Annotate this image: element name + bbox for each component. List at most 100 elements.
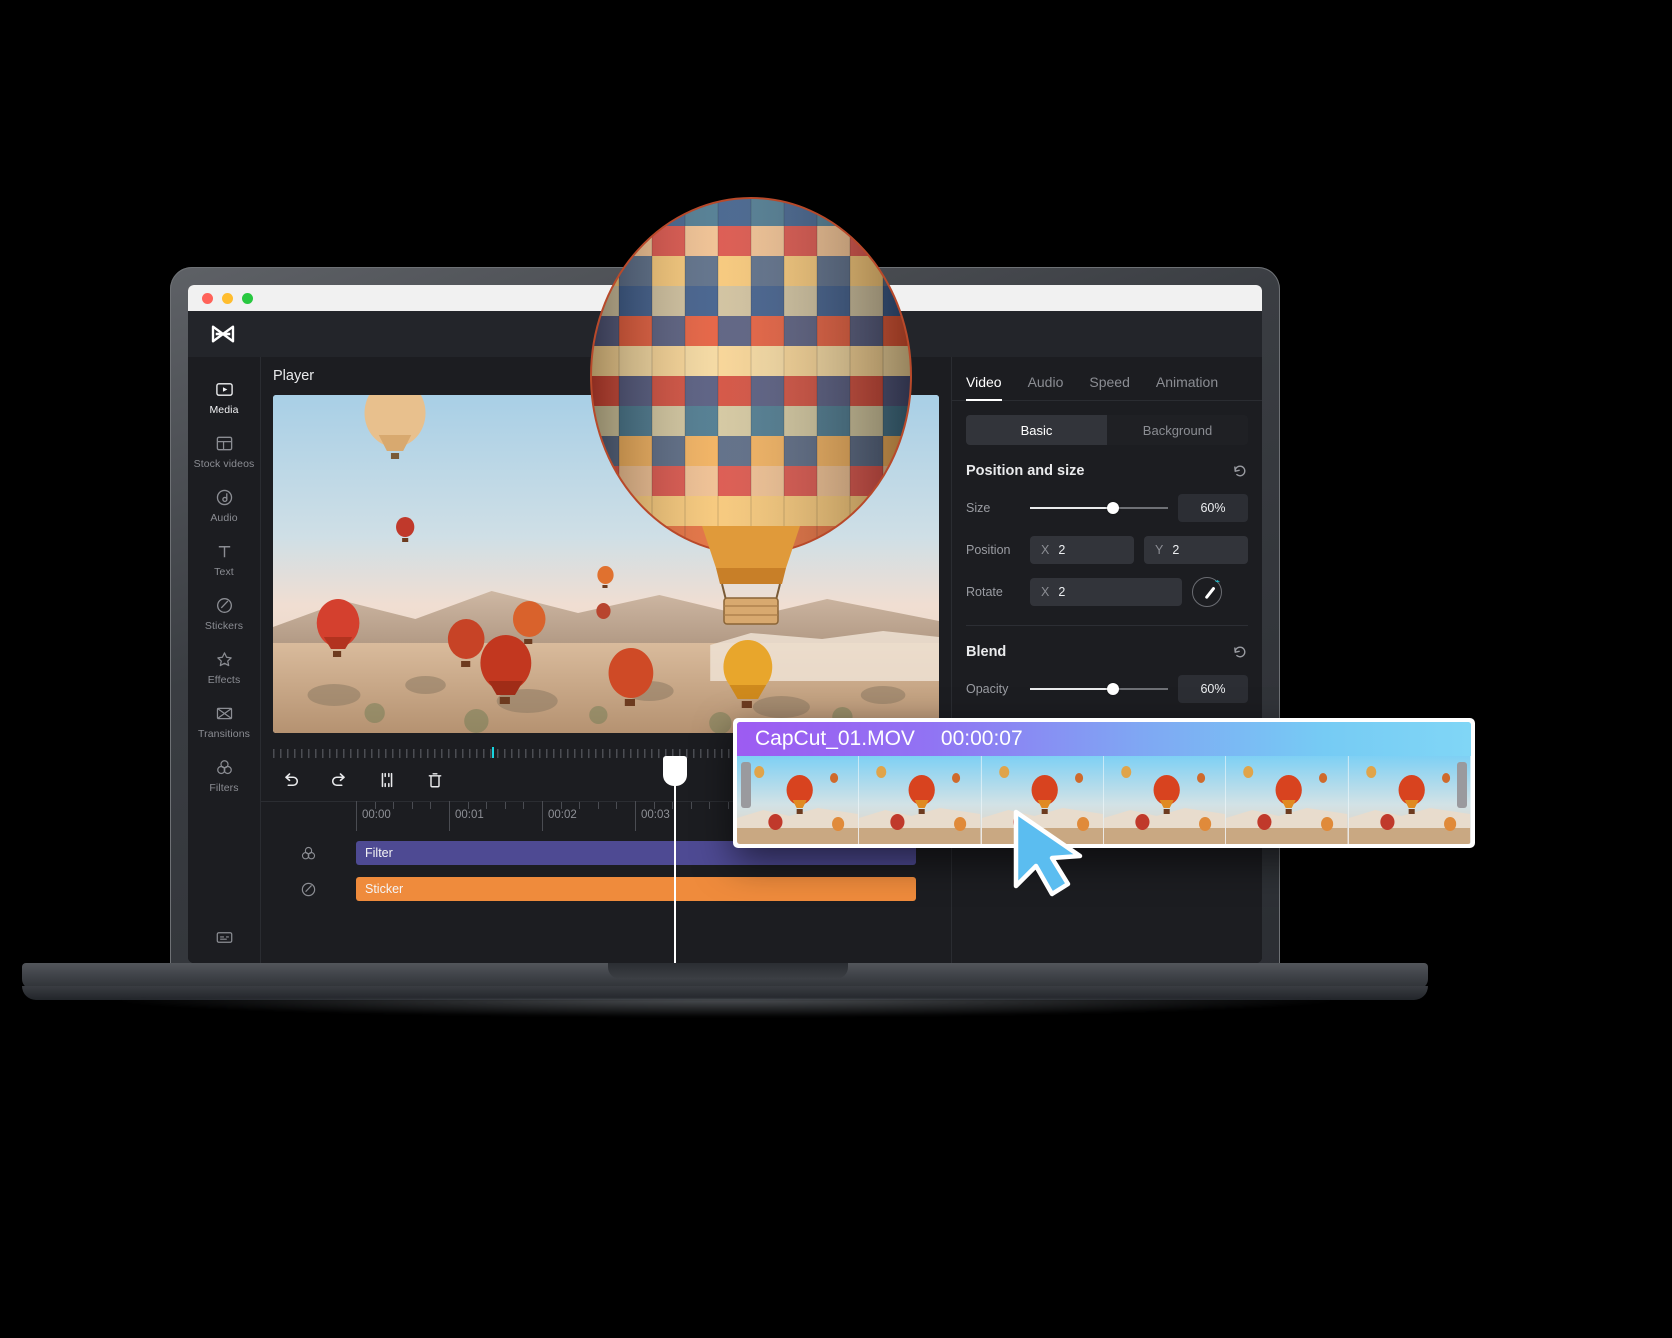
ruler-tick-minor xyxy=(523,802,525,809)
size-label: Size xyxy=(966,501,991,515)
opacity-value-input[interactable]: 60% xyxy=(1178,675,1248,703)
window-titlebar xyxy=(188,285,1262,311)
sidebar-item-audio[interactable]: Audio xyxy=(188,479,261,531)
position-x-input[interactable]: X 2 xyxy=(1030,536,1134,564)
axis-label-x: X xyxy=(1041,585,1050,599)
tab-video[interactable]: Video xyxy=(966,374,1015,401)
ruler-tick-minor xyxy=(374,802,376,809)
timeline-clip-sticker[interactable]: Sticker xyxy=(356,877,916,901)
position-y-input[interactable]: Y 2 xyxy=(1144,536,1248,564)
laptop-reflection xyxy=(122,999,1330,1017)
sidebar-item-label: Text xyxy=(214,566,234,578)
clip-name: CapCut_01.MOV xyxy=(755,727,915,750)
left-rail: Media Stock videos Audio Text Stickers E… xyxy=(188,357,261,963)
ruler-tick-minor xyxy=(653,802,655,809)
video-preview[interactable] xyxy=(273,395,939,733)
slider-fill xyxy=(1030,688,1113,690)
rail-bottom xyxy=(188,928,261,963)
redo-icon[interactable] xyxy=(329,770,349,790)
sidebar-item-label: Transitions xyxy=(197,728,251,740)
ruler-tick-minor xyxy=(728,802,729,809)
sidebar-item-media[interactable]: Media xyxy=(188,371,261,423)
ruler-tick-minor xyxy=(504,802,506,809)
reset-icon[interactable] xyxy=(1232,644,1248,660)
sidebar-item-filters[interactable]: Filters xyxy=(188,749,261,801)
opacity-slider[interactable] xyxy=(1030,682,1168,696)
sidebar-item-label: Filters xyxy=(209,782,239,794)
trim-handle-left[interactable] xyxy=(741,762,751,808)
app-header xyxy=(188,311,1262,357)
filters-icon xyxy=(216,760,232,775)
ruler-label: 00:02 xyxy=(548,809,577,821)
inspector-tabs: Video Audio Speed Animation xyxy=(952,357,1262,401)
timeline-playhead[interactable] xyxy=(663,756,687,963)
undo-icon[interactable] xyxy=(281,770,301,790)
player-wrap xyxy=(261,395,951,733)
minimize-icon[interactable] xyxy=(222,292,233,304)
screenshot-root: Media Stock videos Audio Text Stickers E… xyxy=(0,0,1672,1338)
drag-clip-header: CapCut_01.MOV 00:00:07 xyxy=(737,722,1471,756)
sidebar-item-stickers[interactable]: Stickers xyxy=(188,587,261,639)
dial-spark: ⌁ xyxy=(1214,576,1220,586)
track-icon-sticker xyxy=(261,881,356,898)
timeline-tracks: Filter Sticker xyxy=(261,831,951,963)
captions-icon[interactable] xyxy=(215,928,234,947)
maximize-icon[interactable] xyxy=(242,292,253,304)
sidebar-item-label: Audio xyxy=(210,512,238,524)
position-row: Position X 2 Y 2 xyxy=(966,535,1248,565)
segment-basic[interactable]: Basic xyxy=(966,415,1107,445)
page-title: Player xyxy=(273,368,315,384)
ruler-tick-minor xyxy=(616,802,618,809)
reset-icon[interactable] xyxy=(1232,463,1248,479)
capcut-logo-icon[interactable] xyxy=(210,324,236,344)
ruler-tick-minor xyxy=(486,802,488,809)
ruler-tick-minor xyxy=(597,802,599,809)
size-slider[interactable] xyxy=(1030,501,1168,515)
rotate-dial-icon[interactable]: ⌁ xyxy=(1192,576,1222,607)
laptop-notch xyxy=(608,963,848,979)
ruler-label: 00:01 xyxy=(455,809,484,821)
size-value-input[interactable]: 60% xyxy=(1178,494,1248,522)
sidebar-item-transitions[interactable]: Transitions xyxy=(188,695,261,747)
sidebar-item-label: Stock videos xyxy=(193,458,255,470)
center-column: Player 00:00 00:01 00:02 00:03 Filter St… xyxy=(261,357,952,963)
close-icon[interactable] xyxy=(202,292,213,304)
ruler-tick-minor xyxy=(411,802,413,809)
rotate-label: Rotate xyxy=(966,585,1003,599)
position-label: Position xyxy=(966,543,1011,557)
scrub-marker xyxy=(492,747,494,758)
slider-knob[interactable] xyxy=(1106,683,1119,695)
trash-icon[interactable] xyxy=(425,770,445,790)
rotate-x-value: 2 xyxy=(1058,585,1066,599)
split-icon[interactable] xyxy=(377,770,397,790)
track-row: Sticker xyxy=(261,875,951,903)
size-row: Size 60% xyxy=(966,493,1248,523)
ruler-gutter xyxy=(261,802,356,831)
position-y-value: 2 xyxy=(1172,543,1180,557)
rotate-row: Rotate X 2 ⌁ xyxy=(966,576,1248,607)
segment-background[interactable]: Background xyxy=(1107,415,1248,445)
playhead-handle[interactable] xyxy=(663,756,687,786)
sidebar-item-stock-videos[interactable]: Stock videos xyxy=(188,425,261,477)
stickers-icon xyxy=(216,597,232,614)
ruler-label: 00:00 xyxy=(362,809,391,821)
section-title: Position and size xyxy=(966,463,1085,479)
preview-image xyxy=(273,395,939,733)
audio-icon xyxy=(216,489,232,506)
axis-label-y: Y xyxy=(1155,543,1164,557)
tab-audio[interactable]: Audio xyxy=(1015,374,1077,400)
ruler-tick-minor xyxy=(690,802,692,809)
tab-animation[interactable]: Animation xyxy=(1143,374,1231,400)
track-icon-filter xyxy=(261,845,356,862)
trim-handle-right[interactable] xyxy=(1457,762,1467,808)
effects-icon xyxy=(216,652,232,667)
slider-knob[interactable] xyxy=(1106,502,1119,514)
rotate-x-input[interactable]: X 2 xyxy=(1030,578,1182,606)
sidebar-item-effects[interactable]: Effects xyxy=(188,641,261,693)
sidebar-item-text[interactable]: Text xyxy=(188,533,261,585)
laptop-base-lip xyxy=(22,986,1428,1000)
stock-videos-icon xyxy=(216,436,232,451)
text-icon xyxy=(218,546,230,558)
tab-speed[interactable]: Speed xyxy=(1076,374,1142,400)
ruler-tick-minor xyxy=(579,802,581,809)
